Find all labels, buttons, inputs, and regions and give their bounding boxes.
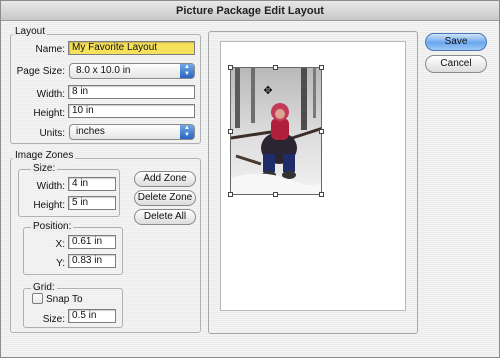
- grid-size-label: Size:: [42, 314, 65, 325]
- position-subgroup-label: Position:: [31, 221, 74, 232]
- save-button[interactable]: Save: [425, 33, 487, 51]
- snap-to-checkbox[interactable]: [32, 293, 43, 304]
- image-zone[interactable]: [230, 67, 322, 195]
- height-field[interactable]: 10 in: [68, 104, 195, 118]
- units-label: Units:: [39, 128, 65, 139]
- height-label: Height:: [33, 108, 65, 119]
- resize-handle-bottom[interactable]: [273, 192, 278, 197]
- delete-all-button[interactable]: Delete All: [134, 209, 196, 225]
- resize-handle-top-right[interactable]: [319, 65, 324, 70]
- zone-width-field[interactable]: 4 in: [68, 177, 116, 191]
- window-title: Picture Package Edit Layout: [1, 1, 499, 21]
- resize-handle-right[interactable]: [319, 129, 324, 134]
- resize-handle-left[interactable]: [228, 129, 233, 134]
- width-field[interactable]: 8 in: [68, 85, 195, 99]
- select-arrows-icon: ▲ ▼: [180, 64, 194, 78]
- y-label: Y:: [56, 258, 65, 269]
- units-value: inches: [76, 126, 105, 137]
- resize-handle-top[interactable]: [273, 65, 278, 70]
- dialog-window: Picture Package Edit Layout Layout Name:…: [0, 0, 500, 358]
- name-label: Name:: [35, 44, 65, 55]
- move-cursor-icon: ✥: [263, 85, 273, 97]
- zone-width-label: Width:: [36, 181, 65, 192]
- width-label: Width:: [36, 89, 65, 100]
- add-zone-button[interactable]: Add Zone: [134, 171, 196, 187]
- grid-subgroup-label: Grid:: [31, 282, 57, 293]
- page-size-label: Page Size:: [16, 66, 65, 77]
- snow-photo-image: [231, 68, 321, 194]
- size-subgroup-label: Size:: [31, 163, 58, 174]
- snap-to-label[interactable]: Snap To: [46, 294, 83, 305]
- resize-handle-bottom-left[interactable]: [228, 192, 233, 197]
- cancel-button[interactable]: Cancel: [425, 55, 487, 73]
- image-zones-group-label: Image Zones: [13, 150, 76, 161]
- x-label: X:: [55, 239, 65, 250]
- units-select[interactable]: inches ▲ ▼: [69, 124, 195, 140]
- page-size-value: 8.0 x 10.0 in: [76, 65, 131, 76]
- zone-height-field[interactable]: 5 in: [68, 196, 116, 210]
- name-field[interactable]: My Favorite Layout: [68, 41, 195, 55]
- grid-size-field[interactable]: 0.5 in: [68, 309, 116, 323]
- y-field[interactable]: 0.83 in: [68, 254, 116, 268]
- select-arrows-icon: ▲ ▼: [180, 125, 194, 139]
- resize-handle-top-left[interactable]: [228, 65, 233, 70]
- zone-height-label: Height:: [33, 200, 65, 211]
- layout-group-label: Layout: [13, 26, 48, 37]
- resize-handle-bottom-right[interactable]: [319, 192, 324, 197]
- delete-zone-button[interactable]: Delete Zone: [134, 190, 196, 206]
- x-field[interactable]: 0.61 in: [68, 235, 116, 249]
- page-size-select[interactable]: 8.0 x 10.0 in ▲ ▼: [69, 63, 195, 79]
